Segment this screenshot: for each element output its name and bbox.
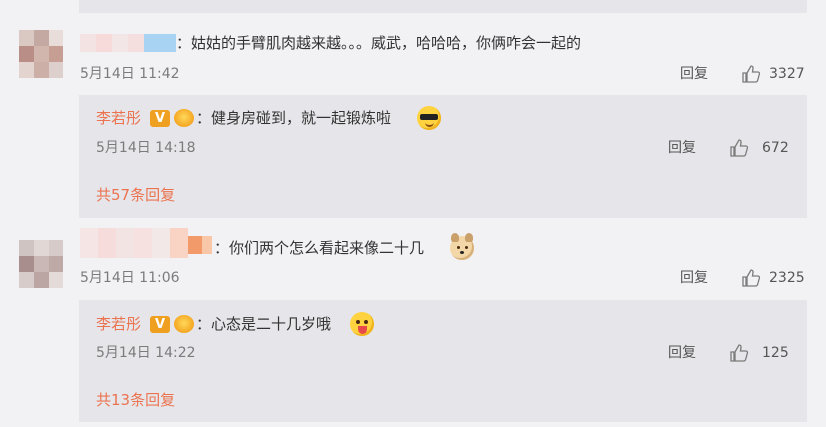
verified-badge-icon: V [150,110,170,127]
fan-badge-icon [174,315,194,333]
commenter-name-blurred[interactable] [80,34,176,52]
like-icon[interactable] [741,268,761,288]
fan-badge-icon [174,109,194,127]
like-count: 3327 [769,66,805,82]
comment-timestamp: 5月14日 11:06 [80,270,180,286]
reply-button[interactable]: 回复 [680,65,708,83]
like-icon[interactable] [729,343,749,363]
previous-reply-block [79,0,807,13]
reply-button[interactable]: 回复 [668,344,696,362]
view-more-replies-link[interactable]: 共57条回复 [96,185,175,205]
commenter-avatar[interactable] [19,30,63,78]
comment-text: ：你们两个怎么看起来像二十几 [214,239,425,257]
reply-author-name[interactable]: 李若彤 [96,107,141,129]
reply-timestamp: 5月14日 14:18 [96,140,196,156]
like-count: 125 [762,345,789,361]
cool-sunglasses-emoji [417,106,441,130]
reply-button[interactable]: 回复 [668,139,696,157]
reply-timestamp: 5月14日 14:22 [96,345,196,361]
comment-timestamp: 5月14日 11:42 [80,66,180,82]
reply-text: ：心态是二十几岁哦 [196,315,332,333]
reply-button[interactable]: 回复 [680,269,708,287]
like-count: 2325 [769,270,805,286]
commenter-avatar[interactable] [19,240,63,288]
reply-author-name[interactable]: 李若彤 [96,313,141,335]
comment-text: ：姑姑的手臂肌肉越来越。。。威武，哈哈哈，你俩咋会一起的 [176,34,582,52]
like-count: 672 [762,140,789,156]
doge-emoji [450,233,474,260]
tongue-out-emoji [350,312,374,336]
verified-badge-icon: V [150,316,170,333]
like-icon[interactable] [729,138,749,158]
reply-text: ：健身房碰到，就一起锻炼啦 [196,109,392,127]
view-more-replies-link[interactable]: 共13条回复 [96,390,175,410]
commenter-name-blurred[interactable] [80,228,212,258]
like-icon[interactable] [741,64,761,84]
